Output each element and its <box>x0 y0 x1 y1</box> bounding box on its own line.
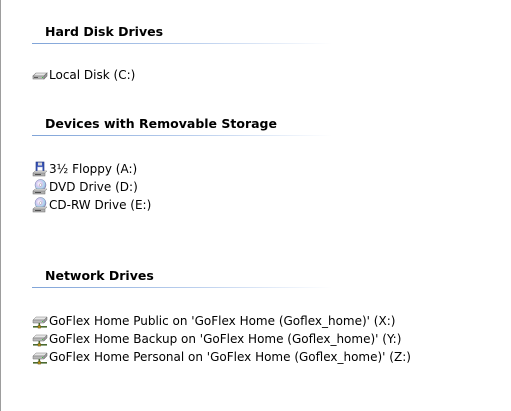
drive-item-goflex-personal-z[interactable]: GoFlex Home Personal on 'GoFlex Home (Go… <box>32 348 411 366</box>
network-drive-icon <box>32 331 48 347</box>
drive-label: DVD Drive (D:) <box>49 180 138 194</box>
group-divider <box>32 135 332 136</box>
floppy-drive-icon <box>32 161 48 177</box>
drive-item-floppy-a[interactable]: 3½ Floppy (A:) <box>32 160 137 178</box>
drive-item-goflex-public-x[interactable]: GoFlex Home Public on 'GoFlex Home (Gofl… <box>32 312 395 330</box>
window-left-border <box>0 0 1 411</box>
cd-drive-icon <box>32 197 48 213</box>
drive-label: GoFlex Home Public on 'GoFlex Home (Gofl… <box>49 314 396 328</box>
drive-label: 3½ Floppy (A:) <box>49 162 138 176</box>
network-drive-icon <box>32 349 48 365</box>
drive-label: Local Disk (C:) <box>49 68 136 82</box>
group-divider <box>32 287 332 288</box>
group-header-network-drives: Network Drives <box>45 268 154 283</box>
group-header-removable-storage: Devices with Removable Storage <box>45 116 277 131</box>
group-divider <box>32 43 332 44</box>
hard-disk-icon <box>32 67 48 83</box>
drive-item-goflex-backup-y[interactable]: GoFlex Home Backup on 'GoFlex Home (Gofl… <box>32 330 401 348</box>
drive-label: CD-RW Drive (E:) <box>49 198 152 212</box>
network-drive-icon <box>32 313 48 329</box>
drive-label: GoFlex Home Personal on 'GoFlex Home (Go… <box>49 350 411 364</box>
drive-item-dvd-d[interactable]: DVD Drive (D:) <box>32 178 138 196</box>
drive-item-cd-rw-e[interactable]: CD-RW Drive (E:) <box>32 196 151 214</box>
drive-item-local-disk-c[interactable]: Local Disk (C:) <box>32 66 135 84</box>
dvd-drive-icon <box>32 179 48 195</box>
drive-label: GoFlex Home Backup on 'GoFlex Home (Gofl… <box>49 332 402 346</box>
group-header-hard-disk-drives: Hard Disk Drives <box>45 24 164 39</box>
